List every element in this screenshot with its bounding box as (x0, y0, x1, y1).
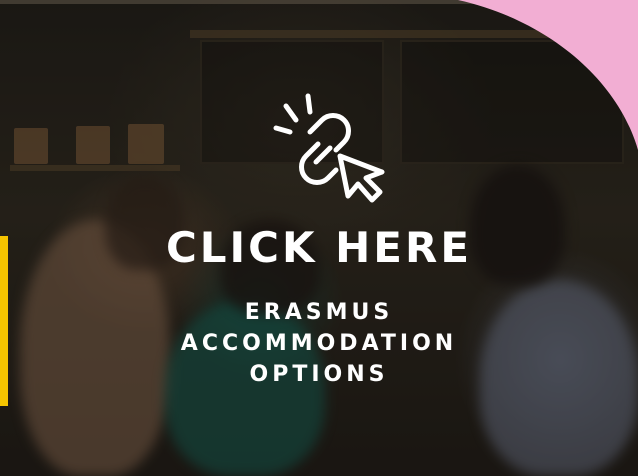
banner-link[interactable] (0, 0, 638, 476)
promo-banner[interactable]: CLICK HERE ERASMUS ACCOMMODATION OPTIONS (0, 0, 638, 476)
